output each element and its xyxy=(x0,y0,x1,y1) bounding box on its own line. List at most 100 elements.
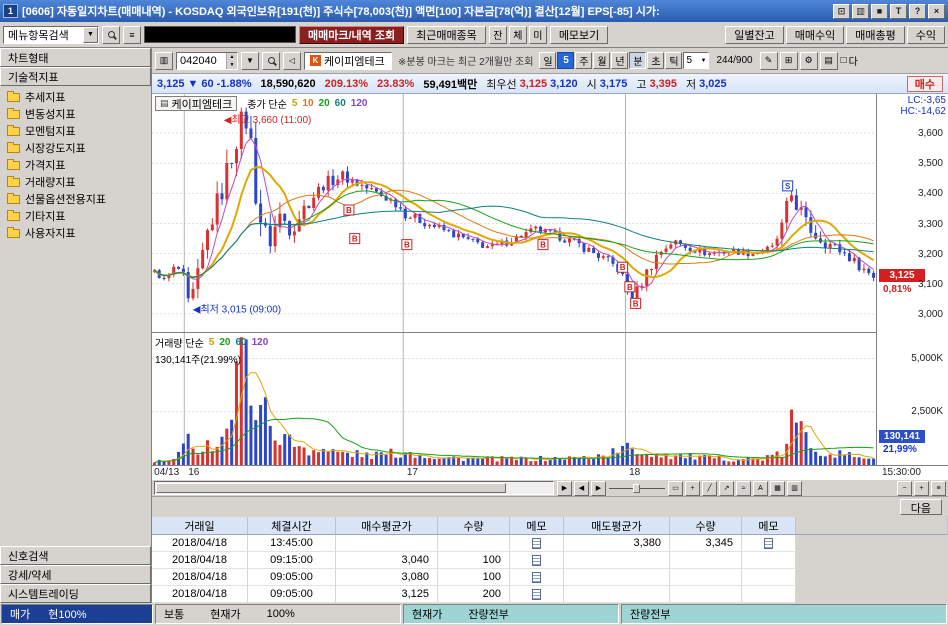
price-axis[interactable]: LC:-3,65 HC:-14,62 3,125 0,81% 130,141 2… xyxy=(876,94,948,465)
chart-scrollbar[interactable] xyxy=(154,481,554,495)
voice-button[interactable]: ◁ xyxy=(283,51,301,70)
multi-chart-checkbox[interactable]: □ 다 xyxy=(841,53,858,68)
code-dropdown-button[interactable]: ▼ xyxy=(241,51,259,70)
position-mini-button-0[interactable]: 잔 xyxy=(488,25,507,44)
sidebar-item-0[interactable]: 추세지표 xyxy=(0,88,151,105)
table-row[interactable]: 2018/04/18 09:05:00 3,080 100 xyxy=(152,569,948,586)
period-button-5[interactable]: 분 xyxy=(629,52,647,69)
time-axis-label: 17 xyxy=(406,467,418,478)
period-button-7[interactable]: 틱 xyxy=(665,52,683,69)
table-row[interactable]: 2018/04/18 09:15:00 3,040 100 xyxy=(152,552,948,569)
chevron-down-icon[interactable]: ▼ xyxy=(701,58,707,64)
sidebar-item-6[interactable]: 선물옵션전용지표 xyxy=(0,190,151,207)
crosshair-tool-icon[interactable]: + xyxy=(685,480,700,496)
table-row[interactable]: 2018/04/18 09:05:00 3,125 200 xyxy=(152,586,948,603)
chart-window-button[interactable]: ▥ xyxy=(155,51,173,70)
period-button-0[interactable]: 일 xyxy=(539,52,557,69)
capture-icon[interactable]: ■ xyxy=(871,3,888,19)
chevron-down-icon[interactable]: ▼ xyxy=(83,26,98,43)
pen-icon[interactable]: ✎ xyxy=(759,51,778,70)
signal-search-button[interactable]: 신호검색 xyxy=(0,546,151,565)
period-button-1[interactable]: 5 xyxy=(557,52,575,69)
period-button-4[interactable]: 년 xyxy=(611,52,629,69)
recent-trades-button[interactable]: 최근매매종목 xyxy=(407,25,486,44)
code-spinner[interactable]: ▲ ▼ xyxy=(226,52,237,69)
trade-summary-button[interactable]: 매매총평 xyxy=(846,25,905,44)
next-button[interactable]: 다음 xyxy=(899,499,942,515)
sidebar-item-5[interactable]: 거래량지표 xyxy=(0,173,151,190)
help-icon[interactable]: ? xyxy=(909,3,926,19)
volume-chart[interactable]: 거래량 단순 5 20 60 120 130,141주(21.99%) xyxy=(152,332,876,465)
arrow-tool-icon[interactable]: ↗ xyxy=(719,480,734,496)
stock-name-box[interactable]: K 케이피엠테크 xyxy=(304,51,392,70)
table-header-cell-7[interactable]: 메모 xyxy=(742,517,796,535)
page-left-icon[interactable]: ◀ xyxy=(574,480,589,496)
zoom-out-icon[interactable]: − xyxy=(897,480,912,496)
menu-list-button[interactable]: ≡ xyxy=(123,25,141,44)
table-row[interactable]: 2018/04/18 13:45:00 3,380 3,345 xyxy=(152,535,948,552)
title-bar[interactable]: 1 [0606] 자동일지차트(매매내역) - KOSDAQ 외국인보유[191… xyxy=(0,0,948,22)
profit-button[interactable]: 수익 xyxy=(906,25,945,44)
close-icon[interactable]: × xyxy=(928,3,945,19)
period-button-3[interactable]: 월 xyxy=(593,52,611,69)
position-mini-button-2[interactable]: 미 xyxy=(528,25,547,44)
scrollbar-thumb[interactable] xyxy=(156,483,507,493)
settings-icon[interactable]: ⚙ xyxy=(799,51,818,70)
period-button-2[interactable]: 주 xyxy=(575,52,593,69)
zoom-slider[interactable] xyxy=(609,483,665,493)
chart-type-header[interactable]: 차트형태 xyxy=(0,48,151,67)
grid-tool-icon[interactable]: ▦ xyxy=(770,480,785,496)
period-button-8[interactable]: 5 ▼ xyxy=(683,52,710,69)
page-right-icon[interactable]: ▶ xyxy=(591,480,606,496)
table-header-cell-3[interactable]: 수량 xyxy=(438,517,510,535)
select-tool-icon[interactable]: ▭ xyxy=(668,480,683,496)
sidebar-item-7[interactable]: 기타지표 xyxy=(0,207,151,224)
chart-style-tool-icon[interactable]: ▥ xyxy=(787,480,802,496)
zoom-slider-thumb[interactable] xyxy=(633,483,640,493)
technical-indicator-header[interactable]: 기술적지표 xyxy=(0,67,151,86)
buy-tab[interactable]: 매수 xyxy=(906,75,943,92)
position-mini-button-1[interactable]: 체 xyxy=(508,25,527,44)
period-button-6[interactable]: 초 xyxy=(647,52,665,69)
strength-weakness-button[interactable]: 강세/약세 xyxy=(0,565,151,584)
trendline-tool-icon[interactable]: ╱ xyxy=(702,480,717,496)
memo-icon[interactable] xyxy=(532,588,541,600)
text-tool-icon[interactable]: A xyxy=(753,480,768,496)
scroll-step-right-icon[interactable]: ▶ xyxy=(557,480,572,496)
sidebar-item-3[interactable]: 시장강도지표 xyxy=(0,139,151,156)
session-end-time: 15:30:00 xyxy=(882,467,921,478)
memo-view-button[interactable]: 메모보기 xyxy=(549,25,609,44)
compare-icon[interactable]: ⊞ xyxy=(779,51,798,70)
table-header-cell-5[interactable]: 매도평균가 xyxy=(564,517,670,535)
table-header-cell-4[interactable]: 메모 xyxy=(510,517,564,535)
layout-icon[interactable]: ⊡ xyxy=(833,3,850,19)
daily-balance-button[interactable]: 일별잔고 xyxy=(725,25,784,44)
zoom-in-icon[interactable]: + xyxy=(914,480,929,496)
memo-icon[interactable] xyxy=(532,571,541,583)
memo-icon[interactable] xyxy=(764,537,773,549)
sidebar-item-2[interactable]: 모멘텀지표 xyxy=(0,122,151,139)
wave-tool-icon[interactable]: ≈ xyxy=(736,480,751,496)
menu-search-button[interactable] xyxy=(102,25,120,44)
stock-search-button[interactable] xyxy=(262,51,280,70)
trade-mark-query-button[interactable]: 매매마크/내역 조회 xyxy=(299,25,405,44)
list-icon[interactable]: ▤ xyxy=(819,51,838,70)
memo-icon[interactable] xyxy=(532,537,541,549)
sidebar-item-4[interactable]: 가격지표 xyxy=(0,156,151,173)
table-header-cell-0[interactable]: 거래일 xyxy=(152,517,248,535)
tools-menu-icon[interactable]: ≡ xyxy=(931,480,946,496)
chart-stock-tag[interactable]: ▤ 케이피엠테크 xyxy=(155,96,238,111)
price-chart[interactable]: B B B B B B B S ◀최고 3,660 (11:00) ◀최저 3,015 (09:0… xyxy=(152,94,876,332)
trade-profit-button[interactable]: 매매수익 xyxy=(785,25,845,44)
stock-code-input[interactable]: 042040 ▲ ▼ xyxy=(176,51,238,70)
system-trading-button[interactable]: 시스템트레이딩 xyxy=(0,584,151,603)
table-header-cell-6[interactable]: 수량 xyxy=(670,517,742,535)
sidebar-item-1[interactable]: 변동성지표 xyxy=(0,105,151,122)
table-header-cell-2[interactable]: 매수평균가 xyxy=(336,517,438,535)
table-header-cell-1[interactable]: 체결시간 xyxy=(248,517,336,535)
panel-icon[interactable]: ▥ xyxy=(852,3,869,19)
tool-icon[interactable]: T xyxy=(890,3,907,19)
memo-icon[interactable] xyxy=(532,554,541,566)
menu-search-combo[interactable]: 메뉴항목검색 ▼ xyxy=(3,25,99,44)
sidebar-item-8[interactable]: 사용자지표 xyxy=(0,224,151,241)
